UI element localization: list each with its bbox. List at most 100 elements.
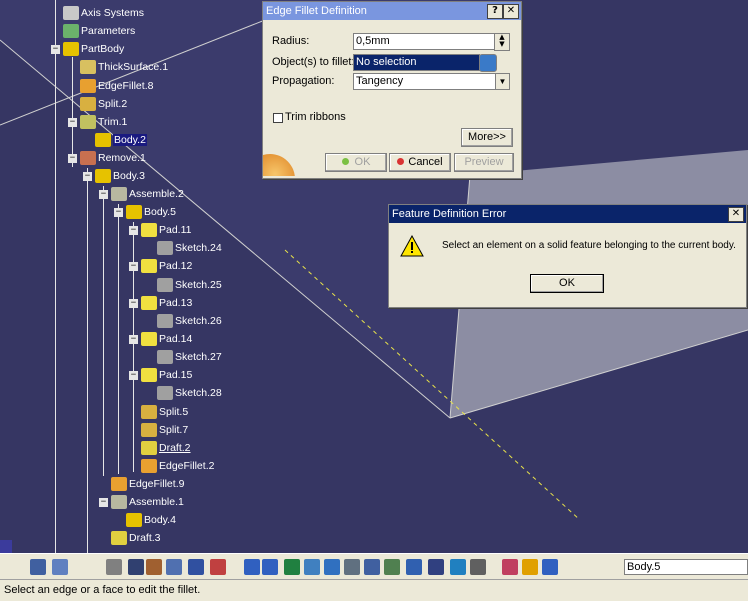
toolbar-tool-icon[interactable] (244, 559, 260, 575)
toolbar-tool-icon[interactable] (428, 559, 444, 575)
split-icon (141, 423, 157, 437)
expand-toggle-icon[interactable]: − (129, 225, 138, 235)
tree-node[interactable]: Split.5 (129, 404, 188, 420)
toolbar-tool-icon[interactable] (188, 559, 204, 575)
toolbar-tool-icon[interactable] (450, 559, 466, 575)
tree-node[interactable]: − Assemble.2 (99, 186, 184, 202)
toolbar-tool-icon[interactable] (146, 559, 162, 575)
expand-toggle-icon[interactable]: − (99, 189, 108, 199)
tree-node[interactable]: EdgeFillet.2 (129, 458, 214, 474)
expand-toggle-icon[interactable]: − (114, 207, 123, 217)
tree-node-label: Body.2 (113, 134, 147, 146)
tree-node[interactable]: EdgeFillet.8 (68, 78, 153, 94)
error-ok-button[interactable]: OK (530, 274, 604, 293)
tree-node-label: Pad.15 (159, 369, 193, 381)
tree-node[interactable]: Draft.2 (129, 440, 191, 456)
split-icon (141, 405, 157, 419)
expand-toggle-icon[interactable]: − (83, 171, 92, 181)
tree-node-label: Split.5 (159, 406, 189, 418)
toolbar-tool-icon[interactable] (542, 559, 558, 575)
tree-node-label: Sketch.26 (175, 315, 222, 327)
tree-node[interactable]: − Pad.15 (129, 367, 192, 383)
multi-selection-icon[interactable] (479, 54, 497, 72)
expand-toggle-icon[interactable]: − (51, 44, 60, 54)
trim-ribbons-checkbox[interactable] (273, 113, 283, 123)
tree-node[interactable]: Sketch.28 (145, 385, 222, 401)
toolbar-tool-icon[interactable] (106, 559, 122, 575)
propagation-select[interactable]: Tangency ▼ (353, 73, 510, 90)
tree-node[interactable]: − Trim.1 (68, 114, 127, 130)
tree-node[interactable]: ThickSurface.1 (68, 59, 168, 75)
cancel-button[interactable]: Cancel (389, 153, 451, 172)
ok-button[interactable]: OK (325, 153, 387, 172)
tree-node-label: Split.2 (98, 98, 128, 110)
radius-input[interactable]: 0,5mm (353, 33, 495, 50)
edge-fillet-titlebar[interactable]: Edge Fillet Definition (263, 2, 521, 20)
remove-icon (80, 151, 96, 165)
tree-node-label: Trim.1 (98, 116, 128, 128)
toolbar-tool-icon[interactable] (52, 559, 68, 575)
expand-toggle-icon[interactable]: − (68, 117, 77, 127)
tree-node[interactable]: − Remove.1 (68, 150, 146, 166)
current-body-field[interactable]: Body.5 (624, 559, 748, 575)
tree-node[interactable]: − Pad.11 (129, 222, 192, 238)
toolbar-tool-icon[interactable] (166, 559, 182, 575)
objects-to-fillet-field[interactable]: No selection (353, 54, 480, 71)
tree-node-label: Assemble.1 (129, 496, 184, 508)
toolbar-tool-icon[interactable] (384, 559, 400, 575)
tree-node[interactable]: Sketch.26 (145, 313, 222, 329)
tree-node[interactable]: Parameters (51, 23, 135, 39)
warning-icon (400, 235, 424, 257)
tree-node[interactable]: − Assemble.1 (99, 494, 184, 510)
toolbar-tool-icon[interactable] (502, 559, 518, 575)
status-bar: Select an edge or a face to edit the fil… (0, 579, 748, 601)
tree-node[interactable]: − Body.5 (114, 204, 176, 220)
bottom-toolbar: Body.5 (0, 553, 748, 580)
expand-toggle-icon[interactable]: − (68, 153, 77, 163)
toolbar-tool-icon[interactable] (470, 559, 486, 575)
toolbar-tool-icon[interactable] (344, 559, 360, 575)
expand-toggle-icon[interactable]: − (129, 261, 138, 271)
error-titlebar[interactable]: Feature Definition Error (389, 205, 746, 223)
tree-node[interactable]: Draft.3 (99, 530, 161, 546)
body-icon (95, 169, 111, 183)
tree-node[interactable]: Body.2 (83, 132, 147, 148)
tree-node[interactable]: − Pad.13 (129, 295, 192, 311)
help-button[interactable]: ? (487, 4, 503, 19)
tree-node[interactable]: Axis Systems (51, 5, 144, 21)
preview-button[interactable]: Preview (454, 153, 514, 172)
tree-node[interactable]: Body.4 (114, 512, 176, 528)
tree-node[interactable]: EdgeFillet.9 (99, 476, 184, 492)
tree-node-label: Sketch.25 (175, 279, 222, 291)
toolbar-tool-icon[interactable] (210, 559, 226, 575)
tree-node[interactable]: Sketch.27 (145, 349, 222, 365)
more-button[interactable]: More>> (461, 128, 513, 147)
expand-toggle-icon[interactable]: − (129, 298, 138, 308)
tree-node[interactable]: Split.7 (129, 422, 188, 438)
toolbar-tool-icon[interactable] (406, 559, 422, 575)
toolbar-tool-icon[interactable] (284, 559, 300, 575)
tree-node[interactable]: Split.2 (68, 96, 127, 112)
tree-node[interactable]: Sketch.25 (145, 277, 222, 293)
sketch-icon (157, 386, 173, 400)
expand-toggle-icon[interactable]: − (129, 334, 138, 344)
toolbar-tool-icon[interactable] (304, 559, 320, 575)
tree-node[interactable]: − Pad.12 (129, 258, 192, 274)
error-close-button[interactable]: ✕ (728, 207, 744, 222)
toolbar-tool-icon[interactable] (364, 559, 380, 575)
expand-toggle-icon[interactable]: − (129, 370, 138, 380)
radius-spinner[interactable]: ▲ ▼ (494, 33, 510, 51)
toolbar-tool-icon[interactable] (30, 559, 46, 575)
toolbar-tool-icon[interactable] (324, 559, 340, 575)
tree-node-label: Body.5 (144, 206, 176, 218)
toolbar-tool-icon[interactable] (522, 559, 538, 575)
toolbar-tool-icon[interactable] (128, 559, 144, 575)
tree-node[interactable]: Sketch.24 (145, 240, 222, 256)
tree-node[interactable]: − Body.3 (83, 168, 145, 184)
toolbar-tool-icon[interactable] (262, 559, 278, 575)
tree-node[interactable]: − PartBody (51, 41, 124, 57)
chevron-down-icon[interactable]: ▼ (495, 74, 509, 89)
expand-toggle-icon[interactable]: − (99, 497, 108, 507)
tree-node[interactable]: − Pad.14 (129, 331, 192, 347)
close-button[interactable]: ✕ (503, 4, 519, 19)
